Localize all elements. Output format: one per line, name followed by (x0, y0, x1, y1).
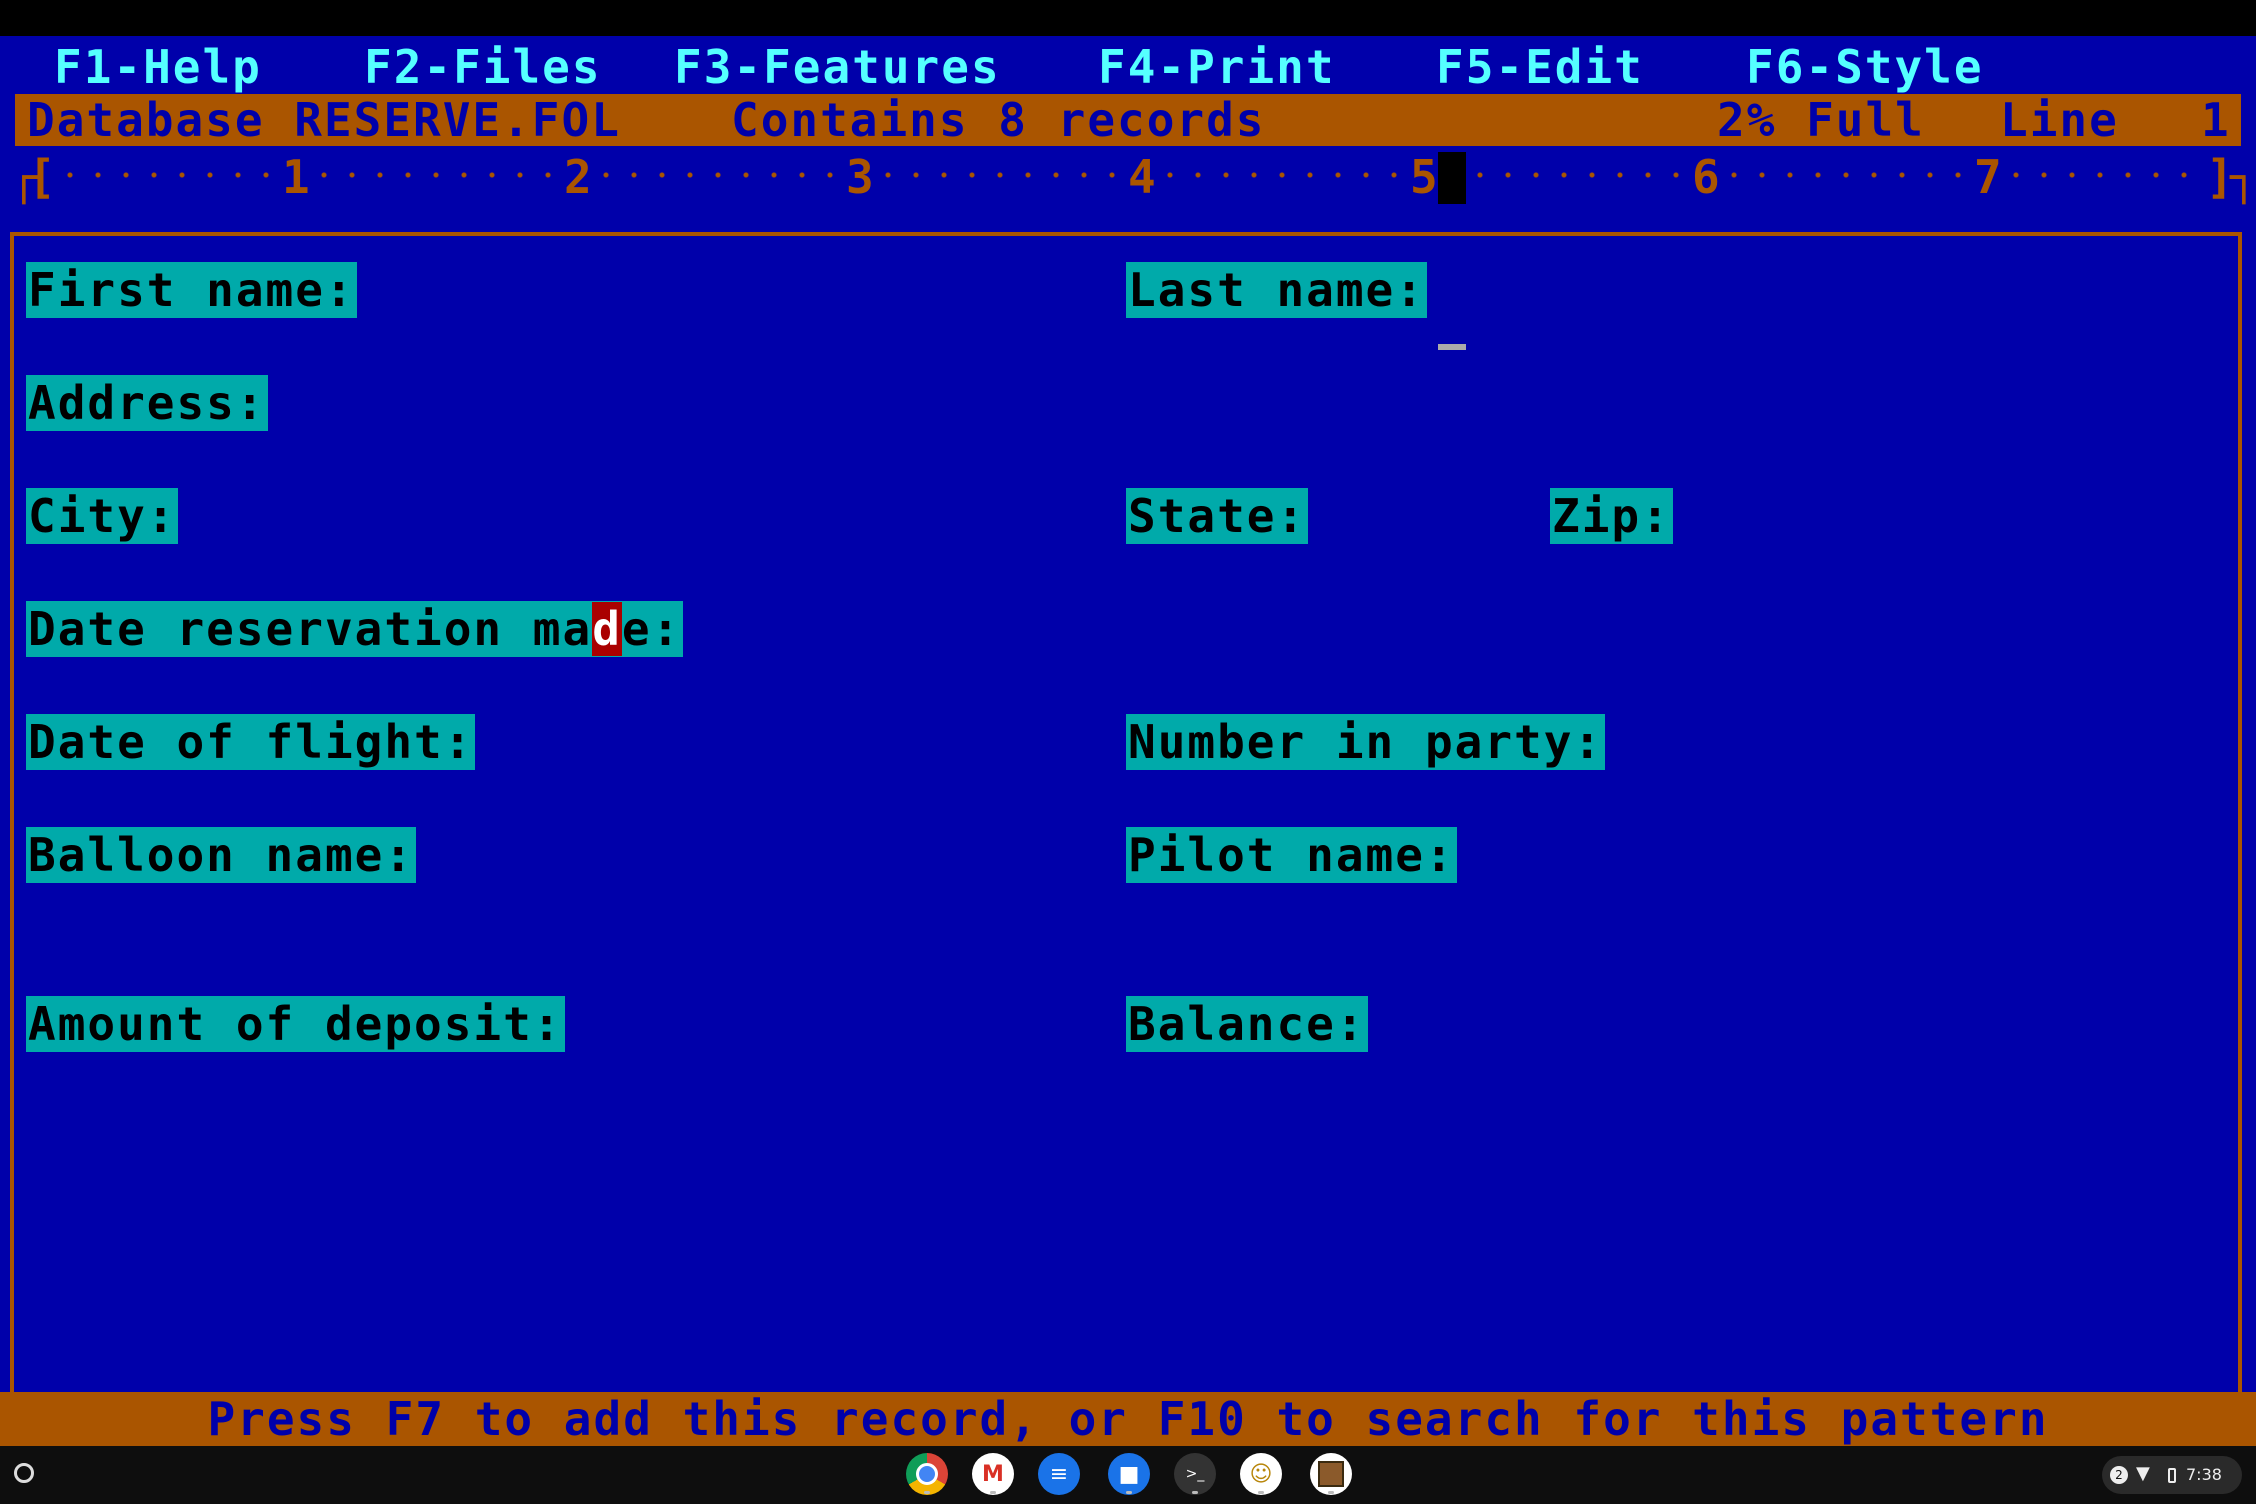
notification-badge: 2 (2110, 1466, 2128, 1484)
date-reservation-label[interactable]: Date reservation made: (26, 601, 684, 657)
status-tray[interactable]: 2 ▼ 7:38 (2102, 1456, 2242, 1494)
date-reservation-text-end: e: (621, 602, 682, 656)
number-in-party-label[interactable]: Number in party: (1126, 714, 1606, 770)
balloon-name-label[interactable]: Balloon name: (26, 827, 417, 883)
chrome-icon[interactable] (906, 1453, 948, 1495)
line-label: Line (2000, 93, 2119, 147)
date-reservation-text: Date reservation ma (28, 602, 593, 656)
menu-edit[interactable]: F5-Edit (1436, 38, 1644, 96)
last-name-label[interactable]: Last name: (1126, 262, 1427, 318)
ruler-open: [ (28, 150, 56, 204)
launcher-button[interactable] (14, 1463, 34, 1483)
city-label[interactable]: City: (26, 488, 179, 544)
amount-deposit-label[interactable]: Amount of deposit: (26, 996, 565, 1052)
dos-screen: F1-Help F2-Files F3-Features F4-Print F5… (0, 36, 2256, 1446)
battery-icon (2168, 1468, 2176, 1483)
line-number: 1 (2201, 93, 2231, 147)
state-label[interactable]: State: (1126, 488, 1309, 544)
prompt-text: Press F7 to add this record, or F10 to s… (207, 1392, 2049, 1446)
menu-help[interactable]: F1-Help (54, 38, 262, 96)
messages-icon[interactable]: ≡ (1038, 1453, 1080, 1495)
wifi-icon: ▼ (2136, 1463, 2150, 1484)
menu-style[interactable]: F6-Style (1746, 38, 1984, 96)
ruler-mark-5: 5 (1410, 150, 1438, 204)
ruler-mark-2: 2 (564, 150, 592, 204)
address-label[interactable]: Address: (26, 375, 268, 431)
menu-features[interactable]: F3-Features (674, 38, 1001, 96)
ruler-dots (310, 172, 560, 178)
clock: 7:38 (2186, 1465, 2222, 1484)
ruler-dots (1720, 172, 1970, 178)
ruler-mark-6: 6 (1692, 150, 1720, 204)
ruler-mark-4: 4 (1128, 150, 1156, 204)
ruler: ┌ [ 1 2 3 4 5 6 7 ] ┐ (0, 148, 2256, 206)
terminal-icon[interactable]: >_ (1174, 1453, 1216, 1495)
ruler-mark-1: 1 (282, 150, 310, 204)
menu-print[interactable]: F4-Print (1098, 38, 1336, 96)
text-cursor (1438, 344, 1466, 350)
ruler-dots (874, 172, 1124, 178)
first-name-label[interactable]: First name: (26, 262, 357, 318)
ruler-dots (592, 172, 842, 178)
status-bar: Database RESERVE.FOL Contains 8 records … (15, 94, 2241, 146)
ruler-mark-3: 3 (846, 150, 874, 204)
balance-label[interactable]: Balance: (1126, 996, 1368, 1052)
ruler-dots (2002, 172, 2202, 178)
prompt-bar: Press F7 to add this record, or F10 to s… (0, 1392, 2256, 1446)
fill-percentage: 2% Full (1717, 93, 1925, 147)
ruler-corner: ┐ (2230, 150, 2256, 204)
chromeos-shelf: M ≡ ■ >_ ☺ 2 ▼ 7:38 (0, 1446, 2256, 1504)
database-name: Database RESERVE.FOL (27, 93, 621, 147)
record-count: Contains 8 records (731, 93, 1266, 147)
zip-label[interactable]: Zip: (1550, 488, 1673, 544)
ruler-mark-7: 7 (1974, 150, 2002, 204)
gmail-icon[interactable]: M (972, 1453, 1014, 1495)
pilot-name-label[interactable]: Pilot name: (1126, 827, 1457, 883)
ruler-cursor (1438, 152, 1466, 204)
menu-files[interactable]: F2-Files (364, 38, 602, 96)
ruler-dots (56, 172, 276, 178)
ruler-dots (1156, 172, 1406, 178)
app-icon[interactable] (1310, 1453, 1352, 1495)
date-of-flight-label[interactable]: Date of flight: (26, 714, 476, 770)
highlighted-char: d (592, 602, 622, 656)
ruler-dots (1466, 172, 1688, 178)
files-icon[interactable]: ■ (1108, 1453, 1150, 1495)
dosbox-icon[interactable]: ☺ (1240, 1453, 1282, 1495)
